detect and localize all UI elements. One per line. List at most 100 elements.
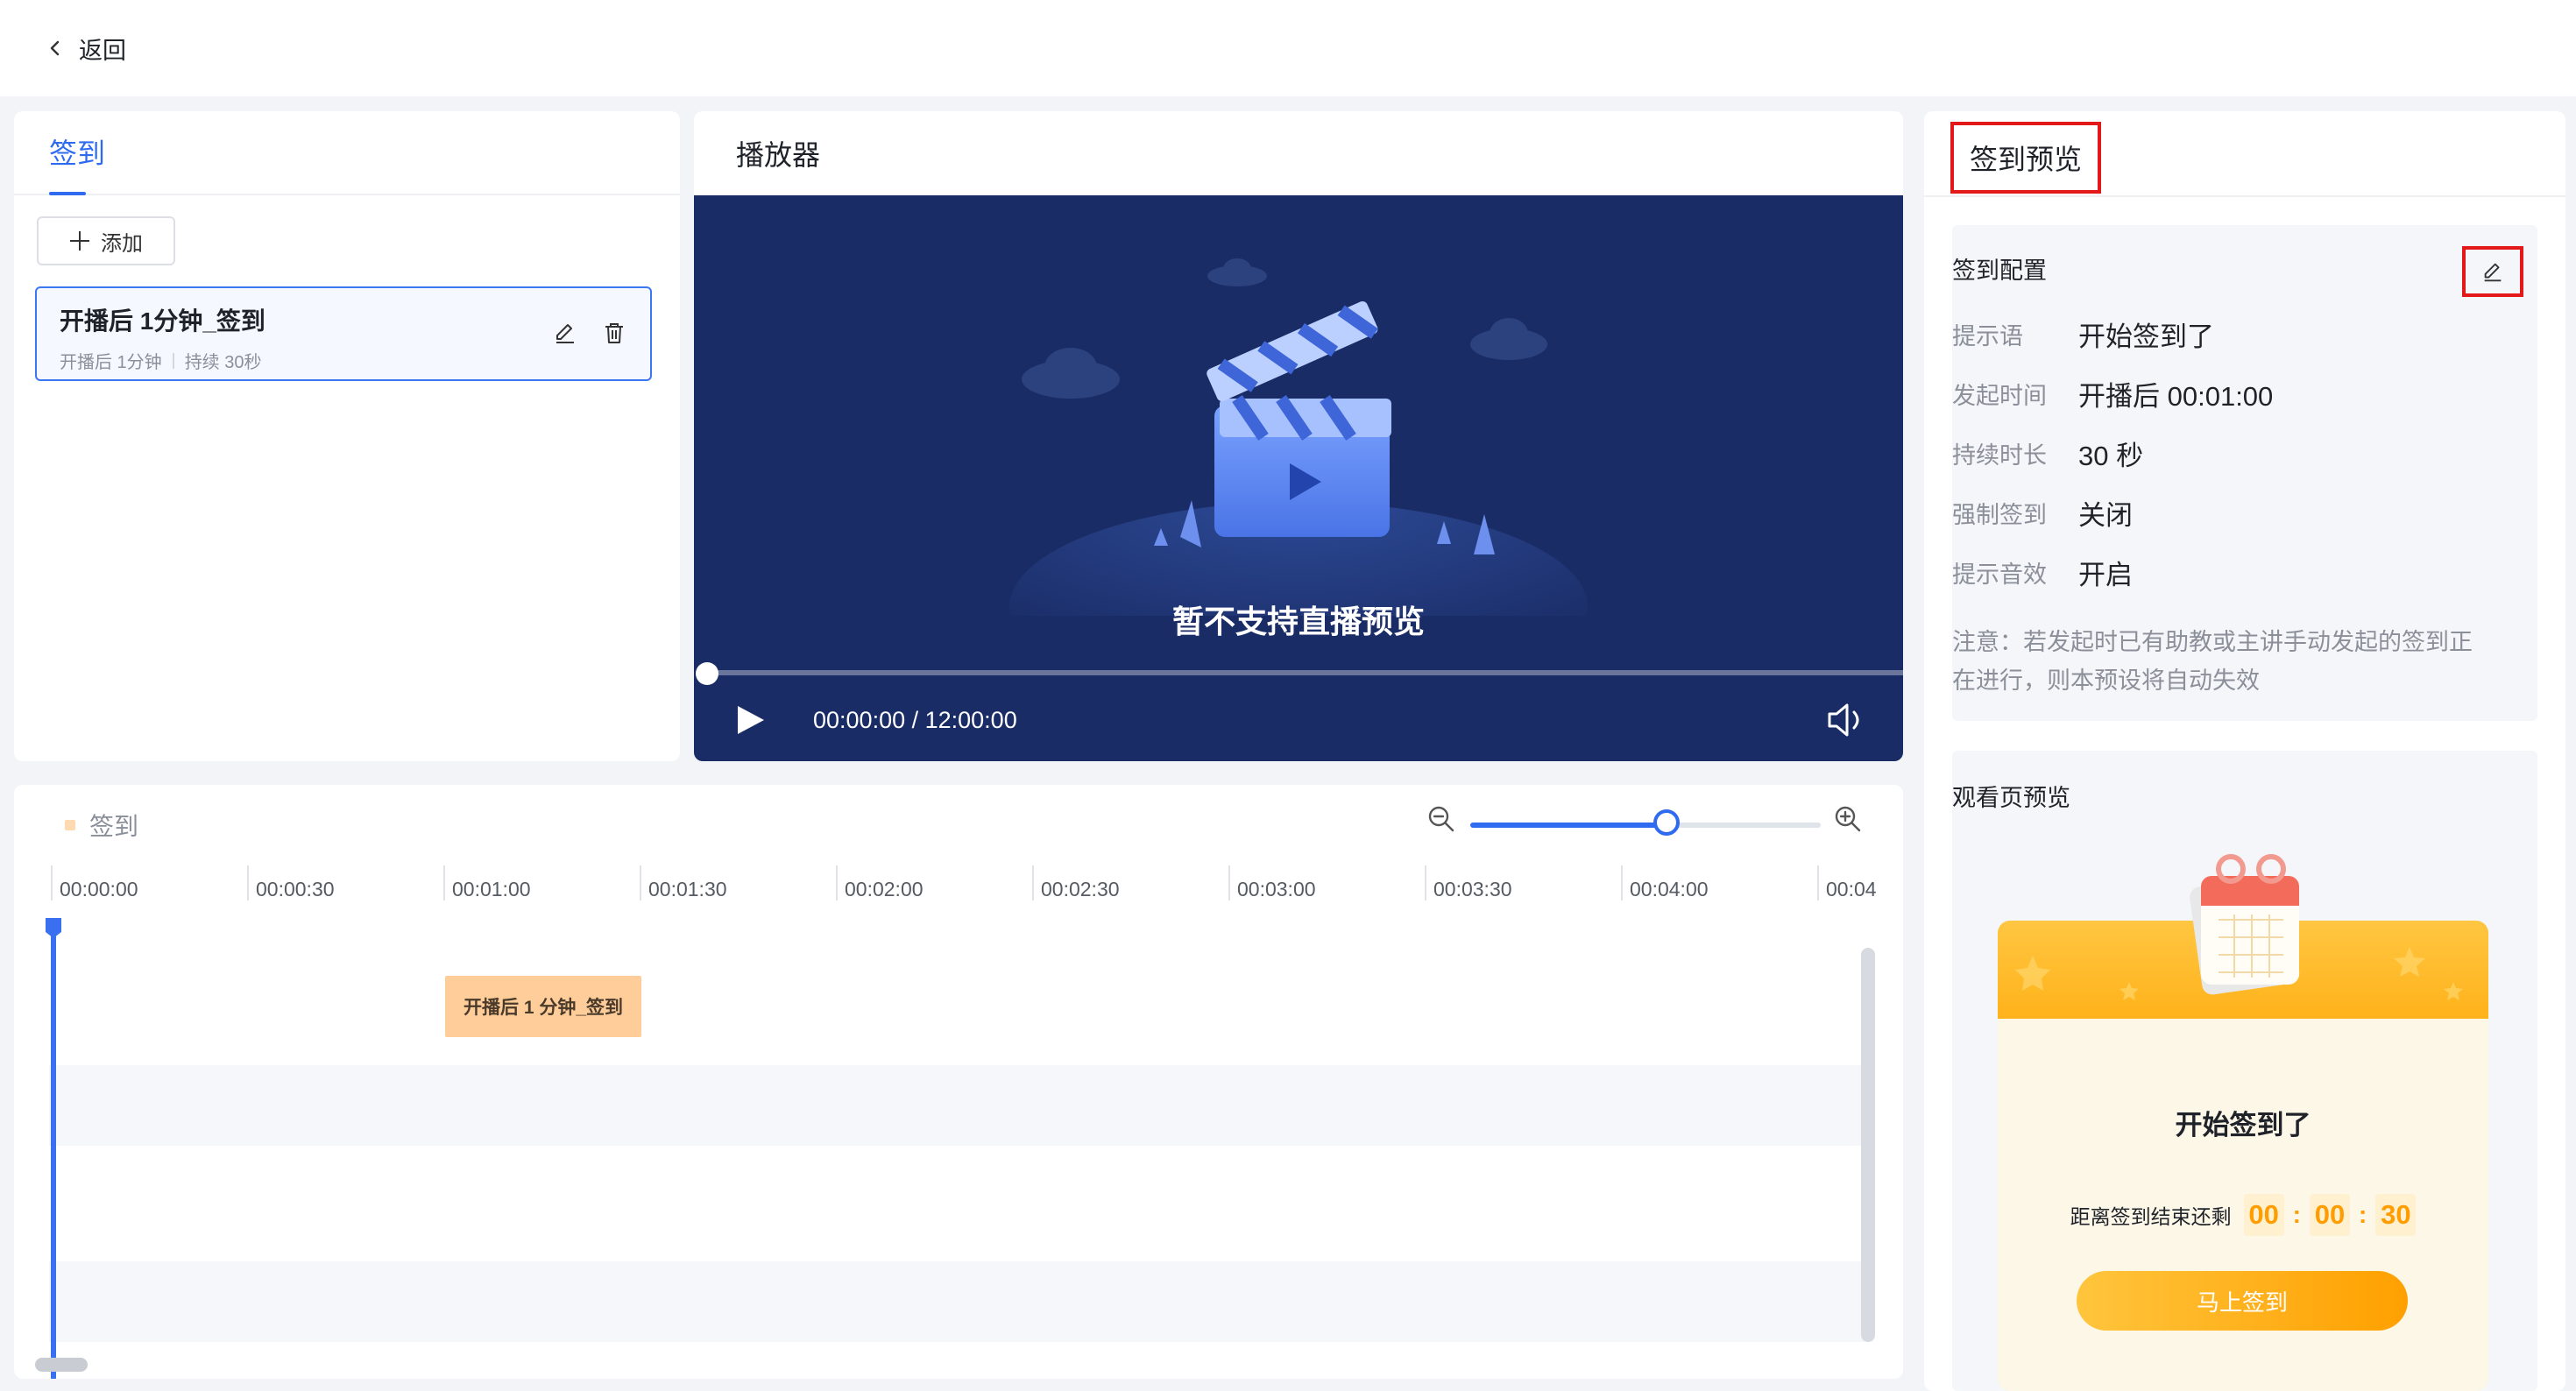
countdown: 距离签到结束还剩 00 : 00 : 30 (1998, 1194, 2488, 1236)
tab-sign[interactable]: 签到 (49, 131, 105, 173)
config-row-sound: 提示音效 开启 (1952, 553, 2133, 592)
tab-underline (49, 192, 86, 195)
legend-swatch (65, 820, 75, 830)
plus-icon (69, 230, 90, 251)
ruler-tick (1425, 865, 1426, 900)
add-label: 添加 (101, 231, 143, 256)
tick-label: 00:01:30 (648, 878, 727, 900)
tick-label: 00:03:30 (1433, 878, 1512, 900)
unsupported-message: 暂不支持直播预览 (1171, 604, 1425, 639)
back-label: 返回 (79, 37, 126, 64)
tick-label: 00:00:30 (256, 878, 335, 900)
time-ruler: 00:00:00 00:00:30 00:01:00 00:01:30 00:0… (14, 865, 1903, 918)
calendar-icon (2190, 854, 2300, 995)
top-bar: 返回 (0, 0, 2576, 96)
player-card: 播放器 暂不支持直播预览 00:00:00 / 12:00:00 (694, 111, 1903, 761)
ruler-tick (1817, 865, 1819, 900)
sign-item-actions (552, 320, 627, 346)
countdown-hours: 00 (2243, 1194, 2284, 1236)
back-button[interactable]: 返回 (46, 32, 126, 66)
ruler-tick (1228, 865, 1230, 900)
countdown-label: 距离签到结束还剩 (2070, 1205, 2232, 1228)
config-row-prompt: 提示语 开始签到了 (1952, 314, 2214, 354)
config-key: 持续时长 (1952, 442, 2047, 469)
countdown-separator: : (2292, 1201, 2301, 1228)
sign-tabs: 签到 (14, 111, 680, 195)
progress-knob[interactable] (696, 662, 718, 685)
countdown-separator: : (2359, 1201, 2367, 1228)
config-key: 强制签到 (1952, 502, 2047, 528)
watch-preview-title: 观看页预览 (1952, 785, 2070, 811)
time-display: 00:00:00 / 12:00:00 (813, 707, 1017, 733)
tick-label: 00:02:00 (845, 878, 924, 900)
timeline-lane (49, 1146, 1873, 1226)
sign-item-meta: 开播后 1分钟 持续 30秒 (60, 348, 627, 373)
volume-icon[interactable] (1826, 702, 1868, 738)
player-title: 播放器 (736, 139, 821, 171)
countdown-seconds: 30 (2375, 1194, 2417, 1236)
countdown-minutes: 00 (2310, 1194, 2350, 1236)
legend-label: 签到 (89, 813, 139, 840)
tick-label: 00:01:00 (452, 878, 531, 900)
sign-item-start: 开播后 1分钟 (60, 353, 162, 372)
horizontal-scrollbar[interactable] (35, 1358, 88, 1372)
zoom-out-icon[interactable] (1426, 804, 1456, 834)
ruler-tick (1032, 865, 1034, 900)
live-unsupported-illustration (1009, 258, 1588, 616)
ruler-tick (836, 865, 838, 900)
timeline-lane (49, 950, 1873, 1030)
zoom-slider-knob[interactable] (1653, 809, 1680, 836)
config-edit-button[interactable] (2462, 246, 2523, 297)
tick-label: 00:04 (1826, 878, 1877, 900)
config-title: 签到配置 (1952, 258, 2047, 284)
preview-card: 签到预览 签到配置 提示语 开始签到了 发起时间 开播后 00:01:00 持续… (1924, 111, 2565, 1391)
video-area[interactable]: 暂不支持直播预览 00:00:00 / 12:00:00 (694, 195, 1903, 761)
zoom-slider-fill (1470, 823, 1667, 828)
config-value: 开启 (2078, 560, 2133, 590)
zoom-in-icon[interactable] (1833, 804, 1863, 834)
playhead-handle-icon[interactable] (44, 916, 63, 939)
config-row-duration: 持续时长 30 秒 (1952, 434, 2143, 473)
tick-label: 00:02:30 (1041, 878, 1120, 900)
preview-divider (1924, 195, 2565, 197)
zoom-slider-track[interactable] (1470, 823, 1821, 828)
config-note: 注意：若发起时已有助教或主讲手动发起的签到正在进行，则本预设将自动失效 (1952, 629, 2473, 694)
config-key: 提示音效 (1952, 561, 2047, 588)
timeline-lane (49, 1065, 1873, 1146)
meta-divider (172, 352, 174, 369)
sign-event-block[interactable]: 开播后 1 分钟_签到 (445, 976, 641, 1037)
sign-list-item[interactable]: 开播后 1分钟_签到 开播后 1分钟 持续 30秒 (35, 286, 652, 381)
play-icon[interactable] (734, 703, 766, 737)
playhead-line (51, 918, 56, 1379)
ruler-tick (51, 865, 53, 900)
sign-item-duration: 持续 30秒 (184, 353, 262, 372)
config-value: 开播后 00:01:00 (2078, 381, 2274, 412)
preview-title: 签到预览 (1950, 122, 2101, 194)
sign-item-title: 开播后 1分钟_签到 (60, 307, 265, 335)
config-value: 开始签到了 (2078, 321, 2214, 352)
tick-label: 00:04:00 (1630, 878, 1709, 900)
timeline-lane (49, 1261, 1873, 1342)
add-button[interactable]: 添加 (37, 216, 175, 265)
sign-list-card: 签到 添加 开播后 1分钟_签到 开播后 1分钟 持续 30秒 (14, 111, 680, 761)
edit-icon (2484, 263, 2502, 282)
config-value: 关闭 (2078, 500, 2133, 531)
vertical-scrollbar[interactable] (1861, 948, 1875, 1342)
config-key: 发起时间 (1952, 383, 2047, 409)
ruler-tick (247, 865, 249, 900)
config-key: 提示语 (1952, 323, 2023, 350)
config-row-forced: 强制签到 关闭 (1952, 493, 2133, 533)
delete-icon[interactable] (601, 320, 627, 346)
timeline-card: 签到 00:00:00 00:00:30 00:01:00 00:01:30 0… (14, 785, 1903, 1379)
tick-label: 00:03:00 (1237, 878, 1316, 900)
chevron-left-icon (50, 40, 60, 56)
ruler-tick (443, 865, 445, 900)
ruler-tick (640, 865, 641, 900)
progress-track[interactable] (706, 670, 1903, 675)
config-row-start-time: 发起时间 开播后 00:01:00 (1952, 374, 2273, 413)
sign-now-button[interactable]: 马上签到 (2077, 1271, 2408, 1331)
tick-label: 00:00:00 (60, 878, 138, 900)
config-value: 30 秒 (2078, 441, 2144, 471)
ruler-tick (1621, 865, 1623, 900)
edit-icon[interactable] (552, 320, 578, 346)
